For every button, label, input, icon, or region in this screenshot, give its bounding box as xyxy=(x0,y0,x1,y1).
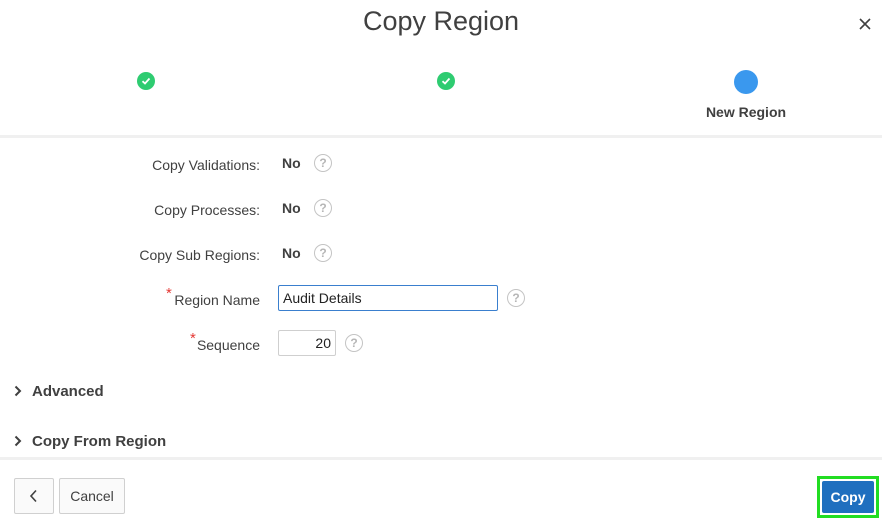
chevron-left-icon xyxy=(29,489,37,503)
divider xyxy=(0,135,882,138)
chevron-right-icon xyxy=(10,433,26,449)
help-icon[interactable]: ? xyxy=(345,334,363,352)
copy-processes-value: No xyxy=(282,200,301,216)
copy-processes-row: Copy Processes: No ? xyxy=(0,195,882,225)
sequence-input[interactable] xyxy=(278,330,336,356)
wizard-step-3: New Region xyxy=(646,60,846,134)
copy-validations-label: Copy Validations: xyxy=(152,157,260,173)
help-icon[interactable]: ? xyxy=(314,244,332,262)
dialog-title: Copy Region xyxy=(362,6,520,36)
check-icon xyxy=(137,72,155,90)
copy-sub-regions-value: No xyxy=(282,245,301,261)
copy-button-highlight: Copy xyxy=(817,476,879,518)
region-name-label: Region Name xyxy=(174,292,260,308)
back-button[interactable] xyxy=(14,478,54,514)
copy-validations-row: Copy Validations: No ? xyxy=(0,150,882,180)
region-name-row: * Region Name ? xyxy=(0,285,882,315)
required-indicator: * xyxy=(190,330,196,347)
current-step-icon xyxy=(734,70,758,94)
help-icon[interactable]: ? xyxy=(507,289,525,307)
check-icon xyxy=(437,72,455,90)
copy-sub-regions-label: Copy Sub Regions: xyxy=(139,247,260,263)
sequence-row: * Sequence ? xyxy=(0,330,882,360)
wizard-step-label: New Region xyxy=(705,104,787,120)
copy-from-region-section-label: Copy From Region xyxy=(32,432,167,450)
region-name-input[interactable] xyxy=(278,285,498,311)
copy-button[interactable]: Copy xyxy=(822,481,874,513)
copy-validations-value: No xyxy=(282,155,301,171)
wizard-step-2 xyxy=(346,60,546,134)
wizard-step-1 xyxy=(46,60,246,134)
help-icon[interactable]: ? xyxy=(314,199,332,217)
footer-divider xyxy=(0,457,882,460)
close-icon xyxy=(859,18,871,30)
copy-sub-regions-row: Copy Sub Regions: No ? xyxy=(0,240,882,270)
required-indicator: * xyxy=(166,285,172,302)
copy-from-region-section-toggle[interactable]: Copy From Region xyxy=(10,428,166,454)
copy-processes-label: Copy Processes: xyxy=(154,202,260,218)
cancel-button[interactable]: Cancel xyxy=(59,478,125,514)
chevron-right-icon xyxy=(10,383,26,399)
help-icon[interactable]: ? xyxy=(314,154,332,172)
close-button[interactable] xyxy=(855,14,875,34)
wizard-progress: New Region xyxy=(0,60,882,134)
sequence-label: Sequence xyxy=(196,337,260,353)
advanced-section-label: Advanced xyxy=(32,382,104,400)
advanced-section-toggle[interactable]: Advanced xyxy=(10,378,104,404)
